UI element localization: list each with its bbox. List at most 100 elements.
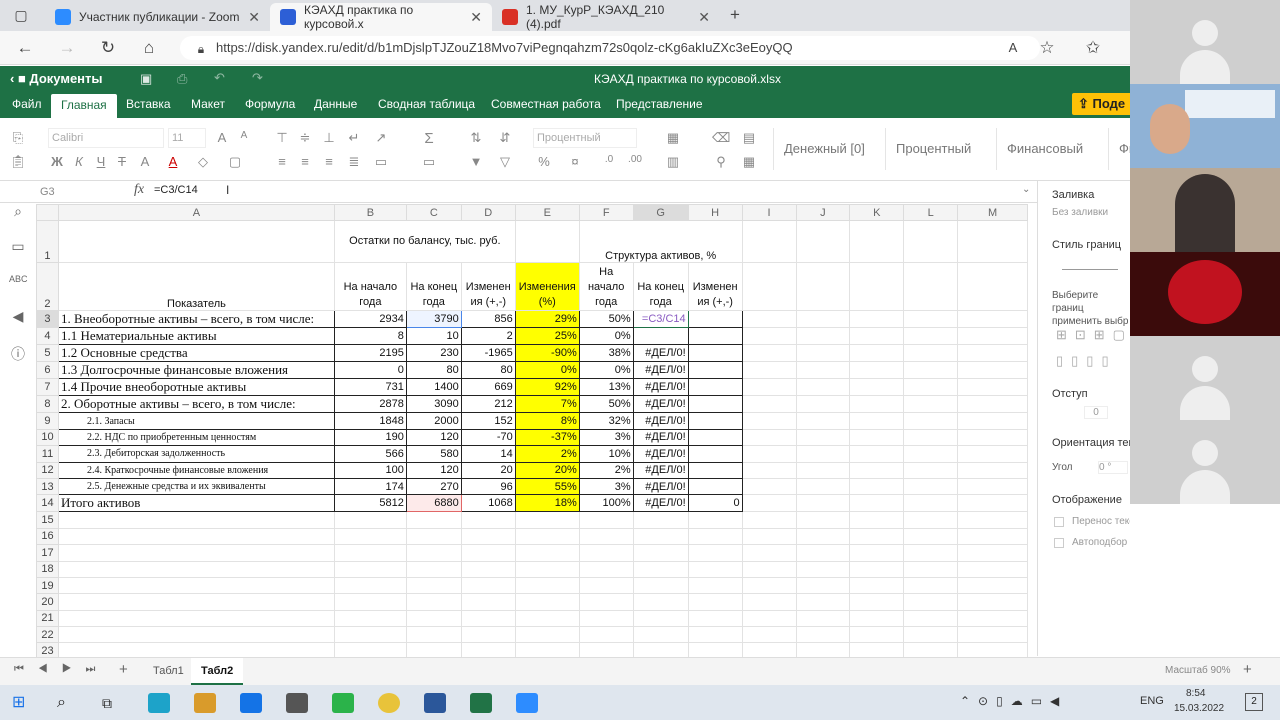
cell-change-pct[interactable]: 29%: [514, 310, 580, 329]
cell-end[interactable]: 580: [405, 445, 462, 463]
cell-struct-change[interactable]: [687, 395, 743, 414]
cell-change[interactable]: 212: [460, 395, 516, 414]
zoom-in-icon[interactable]: +: [1243, 661, 1252, 678]
row-header[interactable]: 16: [36, 527, 59, 546]
column-header-d[interactable]: D: [460, 204, 516, 222]
cell-struct-start[interactable]: 10%: [578, 445, 634, 463]
cell-change[interactable]: 856: [460, 310, 516, 329]
cell[interactable]: [460, 560, 516, 578]
participant-video[interactable]: [1130, 84, 1280, 168]
cell[interactable]: [578, 511, 634, 529]
cell[interactable]: [903, 576, 959, 595]
column-header-a[interactable]: A: [57, 204, 335, 222]
cell[interactable]: [687, 560, 743, 578]
menu-collaboration[interactable]: Совместная работа: [491, 97, 601, 111]
cell-struct-end[interactable]: #ДЕЛ/0!: [632, 344, 689, 363]
sheet-tab-2[interactable]: Табл2: [191, 658, 244, 685]
cell-start[interactable]: 1848: [333, 412, 407, 430]
cell-start[interactable]: 2934: [333, 310, 407, 329]
cell-start[interactable]: 0: [333, 361, 407, 380]
row-header[interactable]: 11: [36, 445, 59, 463]
cell-end[interactable]: 3090: [405, 395, 462, 414]
cell[interactable]: [795, 609, 851, 628]
cell[interactable]: [514, 609, 580, 628]
spellcheck-icon[interactable]: ABC: [9, 274, 28, 292]
cell[interactable]: [795, 642, 851, 657]
cell[interactable]: [460, 626, 516, 644]
cell-style-percent[interactable]: Процентный: [885, 128, 988, 170]
cell[interactable]: [57, 560, 335, 578]
cell-start[interactable]: 190: [333, 428, 407, 447]
cell-struct-start[interactable]: 2%: [578, 461, 634, 479]
font-size-select[interactable]: 11: [168, 128, 206, 148]
participant-video[interactable]: [1130, 168, 1280, 252]
cell[interactable]: [578, 642, 634, 657]
cell-indicator[interactable]: 2.3. Дебиторская задолженность: [57, 445, 335, 463]
decrease-font-icon[interactable]: A: [235, 130, 253, 141]
border-style-select[interactable]: [1062, 269, 1118, 270]
border-buttons-row1[interactable]: ⊞⊡⊞▢: [1056, 327, 1130, 343]
cell-indicator[interactable]: 1. Внеоборотные активы – всего, в том чи…: [57, 310, 335, 329]
cell-struct-start[interactable]: 13%: [578, 378, 634, 397]
cell-start[interactable]: 566: [333, 445, 407, 463]
cell-end[interactable]: 2000: [405, 412, 462, 430]
search-icon[interactable]: ⌕: [57, 693, 79, 713]
cell-indicator[interactable]: 2. Оборотные активы – всего, в том числе…: [57, 395, 335, 414]
cell-change[interactable]: 20: [460, 461, 516, 479]
cell-change-pct[interactable]: 55%: [514, 477, 580, 496]
cell[interactable]: [957, 544, 1028, 562]
cell[interactable]: [460, 527, 516, 546]
strikethrough-icon[interactable]: Т: [113, 154, 131, 169]
cell[interactable]: [405, 609, 462, 628]
cell-struct-start[interactable]: 50%: [578, 395, 634, 414]
new-tab-icon[interactable]: +: [724, 4, 746, 26]
increase-decimal-icon[interactable]: .0: [600, 154, 618, 165]
cell[interactable]: [57, 220, 335, 263]
cell[interactable]: [57, 511, 335, 529]
sort-asc-icon[interactable]: ⇅: [467, 130, 485, 146]
cell-end[interactable]: 6880: [405, 494, 462, 513]
filter-icon[interactable]: ▼: [467, 154, 485, 169]
cell-struct-end[interactable]: #ДЕЛ/0!: [632, 412, 689, 430]
cell[interactable]: [687, 609, 743, 628]
align-left-icon[interactable]: ≡: [273, 154, 291, 169]
cell[interactable]: [849, 576, 905, 595]
add-sheet-icon[interactable]: +: [119, 661, 128, 678]
row-header[interactable]: 2: [36, 262, 59, 312]
cell-indicator[interactable]: 1.1 Нематериальные активы: [57, 327, 335, 346]
cell-struct-change[interactable]: [687, 461, 743, 479]
cell[interactable]: [333, 626, 407, 644]
menu-file[interactable]: Файл: [12, 97, 42, 111]
close-icon[interactable]: ✕: [698, 9, 710, 26]
cell[interactable]: [632, 626, 689, 644]
menu-view[interactable]: Представление: [616, 97, 703, 111]
cell[interactable]: [333, 544, 407, 562]
notifications-badge[interactable]: 2: [1245, 693, 1263, 711]
cell[interactable]: [687, 593, 743, 611]
row-header[interactable]: 6: [36, 361, 59, 380]
merge-cells-icon[interactable]: ▭: [372, 154, 390, 170]
cell-change-pct[interactable]: 0%: [514, 361, 580, 380]
cell-struct-change[interactable]: [687, 378, 743, 397]
formula-input[interactable]: =C3/C14: [154, 184, 198, 196]
cell[interactable]: [578, 560, 634, 578]
cell-struct-end[interactable]: [632, 327, 689, 346]
sheet-nav-arrows-icon[interactable]: ⏮◀▶⏭: [14, 663, 109, 676]
menu-pivot-table[interactable]: Сводная таблица: [378, 97, 475, 111]
cell[interactable]: [957, 576, 1028, 595]
column-header-g[interactable]: G: [632, 204, 689, 222]
font-name-select[interactable]: Calibri: [48, 128, 164, 148]
cell-start[interactable]: 2195: [333, 344, 407, 363]
cell-struct-end[interactable]: #ДЕЛ/0!: [632, 361, 689, 380]
cell[interactable]: [578, 593, 634, 611]
cell-change-pct[interactable]: -90%: [514, 344, 580, 363]
cell-indicator[interactable]: Итого активов: [57, 494, 335, 513]
cell[interactable]: [741, 609, 797, 628]
cell[interactable]: [957, 560, 1028, 578]
cell-indicator[interactable]: 1.2 Основные средства: [57, 344, 335, 363]
cell-indicator[interactable]: 2.4. Краткосрочные финансовые вложения: [57, 461, 335, 479]
subscript-icon[interactable]: A: [136, 154, 154, 169]
autosum-icon[interactable]: Σ: [420, 130, 438, 147]
cell-start[interactable]: 8: [333, 327, 407, 346]
cell-start[interactable]: 100: [333, 461, 407, 479]
